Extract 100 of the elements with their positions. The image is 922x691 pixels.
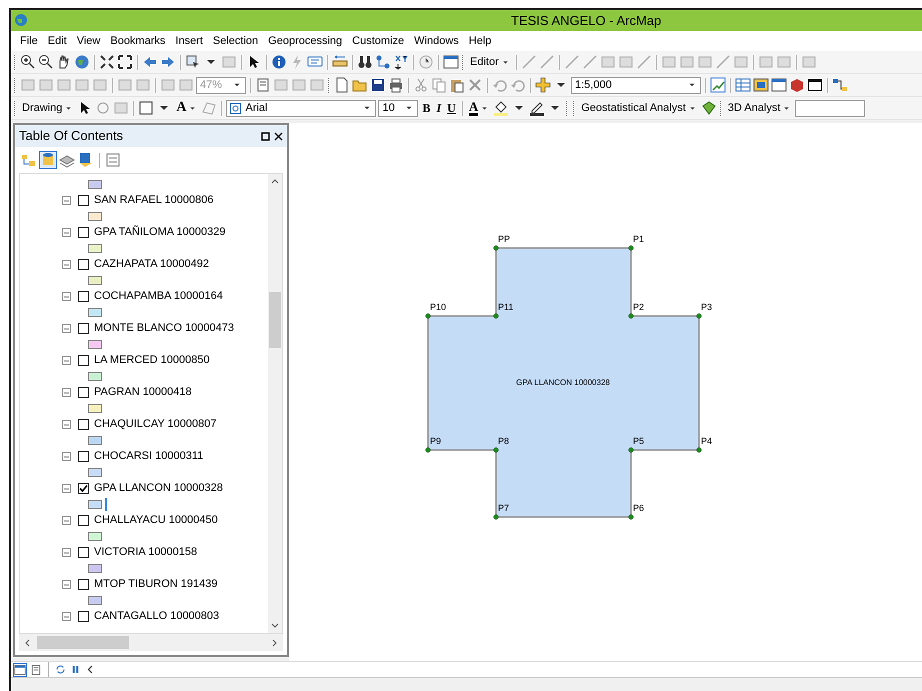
window-icon[interactable] (771, 77, 787, 93)
collapse-toggle[interactable] (62, 516, 71, 524)
menu-item[interactable]: View (72, 32, 106, 50)
vertex-point[interactable] (696, 447, 702, 453)
arrows-out-icon[interactable] (117, 54, 133, 70)
vertex-point[interactable] (628, 313, 634, 319)
layer-name[interactable]: PAGRAN 10000418 (94, 384, 192, 400)
command-window-icon[interactable] (807, 77, 823, 93)
model-builder-icon[interactable] (832, 77, 848, 93)
list-by-source-icon[interactable] (40, 152, 56, 168)
layer-checkbox[interactable] (78, 610, 89, 622)
layer-name[interactable]: CHALLAYACU 10000450 (94, 512, 218, 528)
layout-view-icon[interactable] (255, 77, 271, 93)
layer-checkbox[interactable] (78, 290, 89, 302)
menu-item[interactable]: Insert (170, 32, 208, 50)
collapse-toggle[interactable] (62, 452, 71, 460)
catalog-icon[interactable] (753, 77, 769, 93)
layer-checkbox[interactable] (78, 322, 89, 334)
forward-arrow-icon[interactable] (160, 54, 176, 70)
layer-checkbox[interactable] (78, 258, 89, 270)
layer-checkbox[interactable] (78, 578, 89, 590)
refresh-icon[interactable] (55, 664, 66, 675)
layer-name[interactable]: CHOCARSI 10000311 (94, 448, 204, 464)
layer-checkbox[interactable] (78, 546, 89, 558)
layer-checkbox[interactable] (78, 450, 89, 462)
scale-field[interactable]: 1:5,000 (571, 76, 701, 94)
layer-checkbox[interactable] (78, 354, 89, 366)
vertex-point[interactable] (628, 245, 634, 251)
vertex-point[interactable] (425, 447, 431, 453)
data-view-icon[interactable] (14, 664, 26, 676)
layer-name[interactable]: MTOP TIBURON 191439 (94, 576, 218, 592)
paste-icon[interactable] (449, 77, 465, 93)
bold-button[interactable]: B (420, 102, 432, 114)
vertex-point[interactable] (425, 313, 431, 319)
window-icon[interactable] (443, 54, 459, 70)
route-icon[interactable] (375, 54, 391, 70)
toolbar-field[interactable] (795, 100, 866, 116)
layer-name[interactable]: CHAQUILCAY 10000807 (94, 416, 216, 432)
collapse-toggle[interactable] (62, 356, 71, 364)
list-by-drawing-order-icon[interactable] (21, 152, 37, 168)
editor-toolbar-icon[interactable] (710, 77, 726, 93)
layer-checkbox[interactable] (78, 418, 89, 430)
italic-button[interactable]: I (434, 102, 444, 114)
layer-checkbox[interactable] (78, 514, 89, 526)
menu-item[interactable]: Geoprocessing (263, 32, 348, 50)
layer-checkbox[interactable] (78, 194, 89, 206)
collapse-toggle[interactable] (62, 420, 71, 428)
layer-name[interactable]: CANTAGALLO 10000803 (94, 608, 220, 624)
collapse-toggle[interactable] (62, 388, 71, 396)
vertex-point[interactable] (493, 245, 499, 251)
gem-icon[interactable] (700, 100, 717, 116)
xy-icon[interactable] (393, 54, 409, 70)
underline-button[interactable]: U (445, 102, 458, 114)
scroll-thumb[interactable] (37, 636, 129, 649)
menu-item[interactable]: File (15, 32, 43, 50)
close-icon[interactable] (274, 132, 283, 140)
layer-checkbox[interactable] (78, 386, 89, 398)
text-tool-button[interactable]: A (174, 101, 200, 115)
vertex-point[interactable] (493, 313, 499, 319)
layer-name[interactable]: MONTE BLANCO 10000473 (94, 320, 234, 336)
restore-icon[interactable] (261, 132, 270, 140)
drawing-menu-button[interactable]: Drawing (20, 102, 76, 114)
scroll-up-icon[interactable] (271, 178, 279, 184)
collapse-toggle[interactable] (62, 548, 71, 556)
menu-item[interactable]: Help (464, 32, 496, 50)
collapse-toggle[interactable] (62, 292, 71, 300)
menu-item[interactable]: Windows (409, 32, 464, 50)
font-color-button[interactable]: A (466, 100, 492, 116)
collapse-toggle[interactable] (62, 612, 71, 620)
binoculars-icon[interactable] (357, 54, 373, 70)
vertex-point[interactable] (628, 447, 634, 453)
back-arrow-icon[interactable] (142, 54, 158, 70)
layer-name[interactable]: LA MERCED 10000850 (94, 352, 210, 368)
scissors-icon[interactable] (413, 77, 429, 93)
collapse-toggle[interactable] (62, 196, 71, 204)
vertex-point[interactable] (493, 514, 499, 520)
vertical-scrollbar[interactable] (268, 174, 282, 633)
collapse-toggle[interactable] (62, 324, 71, 332)
vertex-point[interactable] (628, 514, 634, 520)
menu-item[interactable]: Customize (347, 32, 410, 50)
vertex-point[interactable] (696, 313, 702, 319)
layer-checkbox[interactable] (78, 226, 89, 238)
globe-icon[interactable] (74, 54, 90, 70)
scroll-down-icon[interactable] (271, 623, 279, 629)
map-canvas[interactable]: GPA LLANCON 10000328 PP P1 P10 P11 P2 P3 P9 P8 P5 P4 P7 P6 (289, 123, 922, 661)
rectangle-icon[interactable] (138, 100, 154, 116)
collapse-toggle[interactable] (62, 260, 71, 268)
options-icon[interactable] (105, 152, 121, 168)
printer-icon[interactable] (388, 77, 404, 93)
layout-view-icon[interactable] (30, 664, 42, 676)
toolbox-icon[interactable] (789, 77, 805, 93)
menu-item[interactable]: Selection (208, 32, 264, 50)
save-icon[interactable] (370, 77, 386, 93)
zoom-out-icon[interactable] (38, 54, 54, 70)
scroll-thumb[interactable] (269, 292, 281, 348)
select-features-icon[interactable] (185, 54, 201, 70)
table-icon[interactable] (735, 77, 751, 93)
line-color-icon[interactable] (529, 100, 546, 116)
pause-icon[interactable] (70, 664, 81, 675)
editor-menu-button[interactable]: Editor (468, 56, 512, 68)
